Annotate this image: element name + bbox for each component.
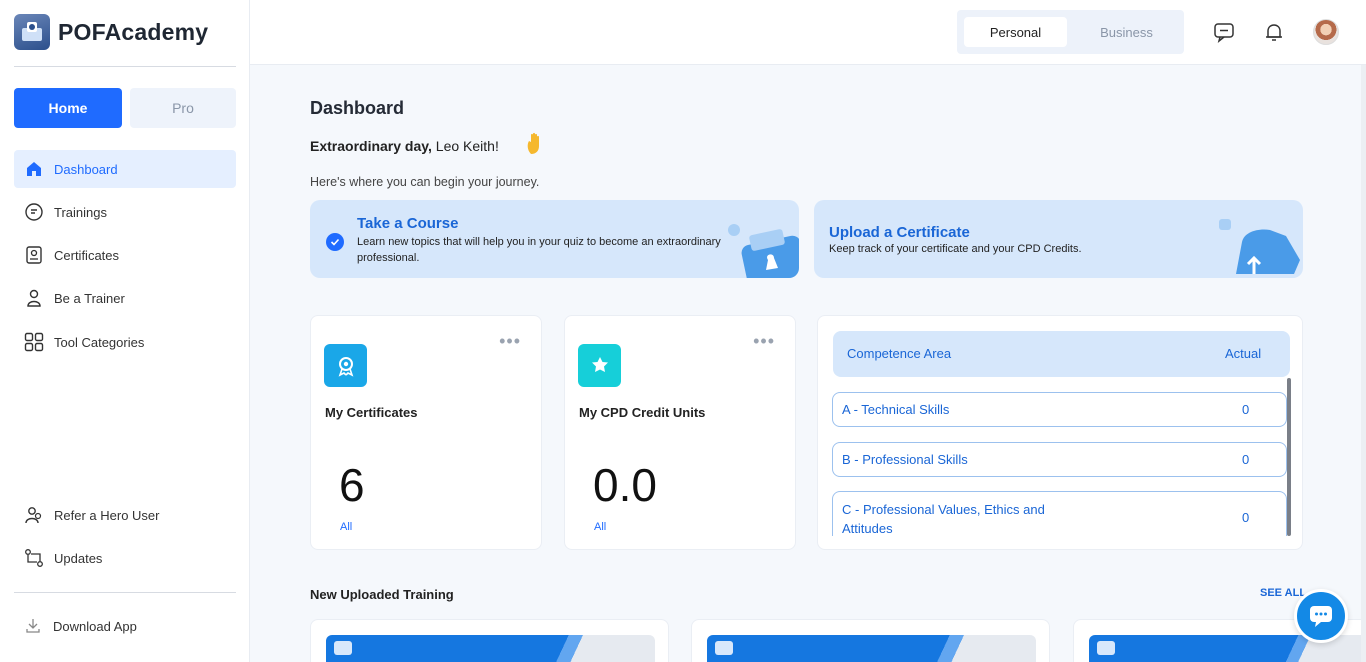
business-toggle[interactable]: Business xyxy=(1075,17,1178,47)
competence-area: A - Technical Skills xyxy=(842,402,950,417)
brand-name: POFAcademy xyxy=(58,18,209,45)
download-app-label: Download App xyxy=(53,618,137,634)
stat-title: My Certificates xyxy=(325,405,418,420)
divider xyxy=(14,66,236,67)
download-icon xyxy=(23,616,43,636)
home-icon xyxy=(24,159,44,179)
take-course-banner[interactable]: Take a Course Learn new topics that will… xyxy=(310,200,799,278)
competence-header: Competence Area Actual xyxy=(833,331,1290,377)
pro-tab[interactable]: Pro xyxy=(130,88,236,128)
stat-all-link[interactable]: All xyxy=(594,521,606,533)
upload-illustration-icon xyxy=(1219,219,1300,274)
competence-area: C - Professional Values, Ethics and Atti… xyxy=(842,502,1045,536)
greeting-name: Leo Keith! xyxy=(435,138,499,154)
competence-actual: 0 xyxy=(1242,402,1250,417)
stat-title: My CPD Credit Units xyxy=(579,405,706,420)
stat-value: 6 xyxy=(339,459,365,511)
sidebar-item-label: Tool Categories xyxy=(54,334,145,350)
upload-certificate-banner[interactable]: Upload a Certificate Keep track of your … xyxy=(814,200,1303,278)
competence-actual: 0 xyxy=(1242,510,1250,525)
competence-area-header: Competence Area xyxy=(847,346,952,361)
users-icon xyxy=(24,505,44,525)
message-icon[interactable] xyxy=(1212,20,1236,44)
stat-value: 0.0 xyxy=(593,459,657,511)
sidebar: POFAcademy Home Pro Dashboard Trainings … xyxy=(0,0,250,662)
sidebar-item-label: Updates xyxy=(54,550,103,566)
more-options-icon[interactable]: ••• xyxy=(499,332,521,350)
sidebar-item-tool-categories[interactable]: Tool Categories xyxy=(14,323,236,361)
greeting: Extraordinary day, Leo Keith! xyxy=(310,138,499,154)
competence-row[interactable]: B - Professional Skills 0 xyxy=(832,442,1287,477)
competence-scrollbar[interactable] xyxy=(1287,378,1291,536)
subtitle: Here's where you can begin your journey. xyxy=(310,175,540,189)
sidebar-item-label: Certificates xyxy=(54,247,120,263)
personal-toggle[interactable]: Personal xyxy=(964,17,1067,47)
training-logo-icon xyxy=(1097,641,1115,655)
chat-button[interactable] xyxy=(1294,589,1348,643)
competence-actual: 0 xyxy=(1242,452,1250,467)
see-all-link[interactable]: SEE ALL xyxy=(1260,587,1306,599)
actual-header: Actual xyxy=(1225,346,1262,361)
section-title: New Uploaded Training xyxy=(310,587,454,602)
sidebar-item-certificates[interactable]: Certificates xyxy=(14,236,236,274)
training-logo-icon xyxy=(334,641,352,655)
bell-icon[interactable] xyxy=(1262,20,1286,44)
banner-title: Take a Course xyxy=(357,215,459,232)
cpd-star-icon xyxy=(578,344,621,387)
sidebar-item-label: Dashboard xyxy=(54,161,118,177)
brand-logo-icon xyxy=(14,14,50,50)
page-title: Dashboard xyxy=(310,98,405,118)
competence-row[interactable]: A - Technical Skills 0 xyxy=(832,392,1287,427)
account-toggle: Personal Business xyxy=(957,10,1184,54)
user-icon xyxy=(24,288,44,308)
updates-icon xyxy=(24,548,44,568)
page-scrollbar[interactable] xyxy=(1361,65,1366,662)
training-logo-icon xyxy=(715,641,733,655)
grid-icon xyxy=(24,332,44,352)
competence-area: B - Professional Skills xyxy=(842,452,968,467)
training-thumbnail xyxy=(707,635,1036,662)
sidebar-item-updates[interactable]: Updates xyxy=(14,539,236,577)
chat-icon xyxy=(1310,606,1332,627)
sidebar-item-refer[interactable]: Refer a Hero User xyxy=(14,496,236,534)
training-card[interactable] xyxy=(310,619,669,662)
sidebar-item-label: Trainings xyxy=(54,204,107,220)
avatar[interactable] xyxy=(1313,19,1339,45)
my-cpd-card[interactable]: ••• My CPD Credit Units 0.0 All xyxy=(564,315,796,550)
stat-all-link[interactable]: All xyxy=(340,521,352,533)
sidebar-item-trainings[interactable]: Trainings xyxy=(14,193,236,231)
training-thumbnail xyxy=(326,635,655,662)
training-card[interactable] xyxy=(691,619,1050,662)
course-illustration-icon xyxy=(728,224,799,278)
home-tab[interactable]: Home xyxy=(14,88,122,128)
certificate-badge-icon xyxy=(324,344,367,387)
brand[interactable]: POFAcademy xyxy=(14,14,208,50)
banner-text: Keep track of your certificate and your … xyxy=(829,243,1082,255)
banner-text: Learn new topics that will help you in y… xyxy=(357,236,721,264)
trainings-icon xyxy=(24,202,44,222)
more-options-icon[interactable]: ••• xyxy=(753,332,775,350)
my-certificates-card[interactable]: ••• My Certificates 6 All xyxy=(310,315,542,550)
wave-icon xyxy=(525,132,547,162)
sidebar-item-label: Be a Trainer xyxy=(54,290,125,306)
check-icon xyxy=(326,233,344,251)
divider xyxy=(14,592,236,593)
certificate-icon xyxy=(24,245,44,265)
sidebar-item-label: Refer a Hero User xyxy=(54,507,160,523)
sidebar-item-dashboard[interactable]: Dashboard xyxy=(14,150,236,188)
banner-title: Upload a Certificate xyxy=(829,224,970,241)
topbar: Personal Business xyxy=(250,0,1366,65)
download-app-link[interactable]: Download App xyxy=(14,607,236,645)
competence-row[interactable]: C - Professional Values, Ethics and Atti… xyxy=(832,491,1287,536)
competence-card: Competence Area Actual A - Technical Ski… xyxy=(817,315,1303,550)
greeting-bold: Extraordinary day, xyxy=(310,138,432,154)
sidebar-item-be-a-trainer[interactable]: Be a Trainer xyxy=(14,279,236,317)
